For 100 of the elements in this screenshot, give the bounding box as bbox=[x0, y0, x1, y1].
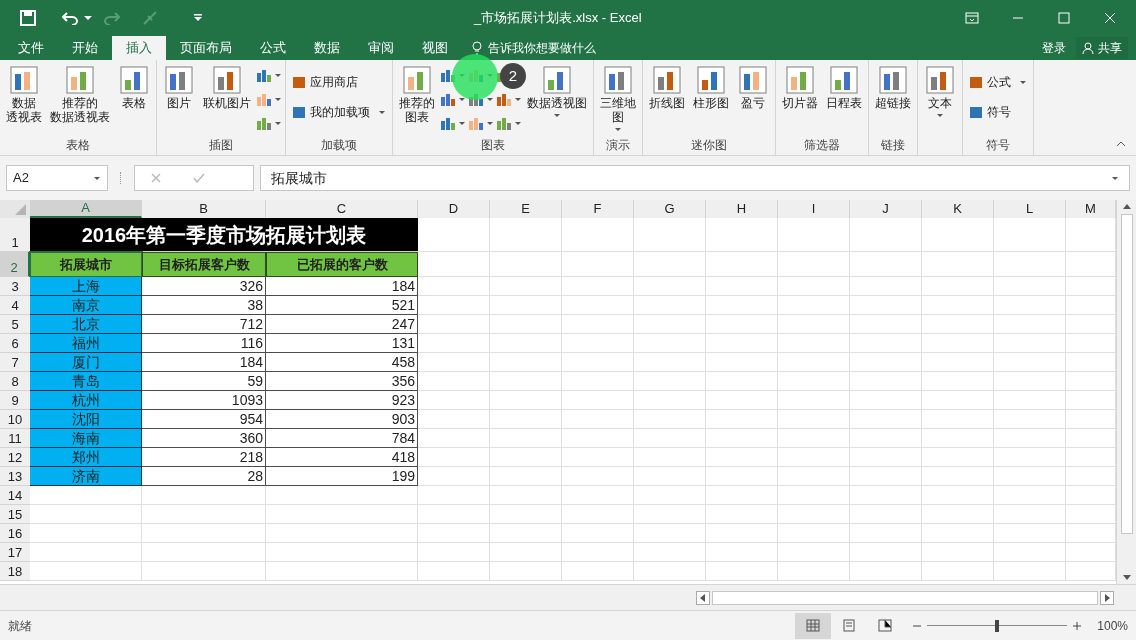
table-cell[interactable] bbox=[30, 543, 142, 562]
table-cell[interactable] bbox=[994, 315, 1066, 334]
row-header[interactable]: 15 bbox=[0, 505, 30, 524]
table-cell[interactable]: 福州 bbox=[30, 334, 142, 353]
scroll-left-icon[interactable] bbox=[696, 590, 710, 605]
table-cell[interactable] bbox=[634, 372, 706, 391]
table-cell[interactable] bbox=[490, 429, 562, 448]
chart-type-icon[interactable] bbox=[256, 91, 272, 107]
table-cell[interactable] bbox=[418, 218, 490, 252]
table-cell[interactable]: 海南 bbox=[30, 429, 142, 448]
row-header[interactable]: 2 bbox=[0, 252, 30, 277]
table-cell[interactable] bbox=[850, 252, 922, 277]
table-cell[interactable] bbox=[418, 252, 490, 277]
row-header[interactable]: 7 bbox=[0, 353, 30, 372]
lightbulb-icon[interactable] bbox=[472, 41, 482, 55]
column-header[interactable]: I bbox=[778, 200, 850, 218]
table-cell[interactable] bbox=[634, 315, 706, 334]
table-cell[interactable] bbox=[850, 372, 922, 391]
row-header[interactable]: 6 bbox=[0, 334, 30, 353]
formula-field[interactable]: 拓展城市 bbox=[260, 165, 1130, 191]
table-cell[interactable] bbox=[994, 218, 1066, 252]
ribbon-button[interactable]: 超链接 bbox=[872, 64, 914, 110]
table-cell[interactable] bbox=[634, 252, 706, 277]
table-cell[interactable] bbox=[490, 486, 562, 505]
table-cell[interactable] bbox=[922, 353, 994, 372]
column-heading-cell[interactable]: 拓展城市 bbox=[30, 252, 142, 277]
table-cell[interactable] bbox=[142, 524, 266, 543]
table-cell[interactable] bbox=[778, 315, 850, 334]
table-cell[interactable] bbox=[778, 505, 850, 524]
table-cell[interactable] bbox=[706, 448, 778, 467]
table-cell[interactable] bbox=[30, 562, 142, 581]
table-cell[interactable] bbox=[994, 252, 1066, 277]
ribbon-button[interactable]: 折线图 bbox=[646, 64, 688, 110]
table-cell[interactable]: 南京 bbox=[30, 296, 142, 315]
table-cell[interactable] bbox=[994, 277, 1066, 296]
scroll-down-icon[interactable] bbox=[1121, 574, 1132, 582]
table-cell[interactable] bbox=[562, 334, 634, 353]
row-header[interactable]: 17 bbox=[0, 543, 30, 562]
table-cell[interactable] bbox=[778, 429, 850, 448]
row-header[interactable]: 5 bbox=[0, 315, 30, 334]
row-header[interactable]: 4 bbox=[0, 296, 30, 315]
row-header[interactable]: 16 bbox=[0, 524, 30, 543]
table-cell[interactable] bbox=[562, 353, 634, 372]
chart-type-icon[interactable] bbox=[256, 67, 272, 83]
table-cell[interactable] bbox=[922, 277, 994, 296]
scroll-thumb[interactable] bbox=[1120, 214, 1133, 534]
scroll-thumb[interactable] bbox=[712, 590, 1098, 605]
table-cell[interactable] bbox=[490, 410, 562, 429]
table-cell[interactable] bbox=[994, 410, 1066, 429]
table-cell[interactable] bbox=[30, 524, 142, 543]
ribbon-tab[interactable]: 审阅 bbox=[354, 36, 408, 60]
ribbon-button[interactable]: 盈亏 bbox=[734, 64, 772, 110]
table-cell[interactable] bbox=[850, 353, 922, 372]
ribbon-button[interactable]: 推荐的 数据透视表 bbox=[47, 64, 113, 124]
column-header[interactable]: F bbox=[562, 200, 634, 218]
table-cell[interactable] bbox=[142, 505, 266, 524]
table-cell[interactable] bbox=[490, 353, 562, 372]
table-cell[interactable] bbox=[922, 372, 994, 391]
table-cell[interactable] bbox=[562, 296, 634, 315]
table-cell[interactable] bbox=[634, 296, 706, 315]
table-cell[interactable] bbox=[418, 543, 490, 562]
table-cell[interactable] bbox=[778, 252, 850, 277]
tell-me-field[interactable]: 告诉我你想要做什么 bbox=[488, 39, 596, 57]
table-cell[interactable] bbox=[994, 391, 1066, 410]
enter-icon[interactable] bbox=[193, 173, 205, 183]
chart-type-icon[interactable] bbox=[440, 91, 456, 107]
ribbon-button[interactable]: 推荐的 图表 bbox=[396, 64, 438, 124]
table-cell[interactable]: 济南 bbox=[30, 467, 142, 486]
caret-icon[interactable] bbox=[84, 15, 92, 21]
table-cell[interactable]: 北京 bbox=[30, 315, 142, 334]
table-cell[interactable] bbox=[142, 486, 266, 505]
table-cell[interactable] bbox=[562, 505, 634, 524]
ribbon-button[interactable]: 图片 bbox=[160, 64, 198, 110]
table-cell[interactable] bbox=[994, 448, 1066, 467]
table-cell[interactable] bbox=[706, 505, 778, 524]
table-cell[interactable] bbox=[142, 562, 266, 581]
table-cell[interactable] bbox=[922, 505, 994, 524]
expand-icon[interactable] bbox=[1111, 175, 1119, 181]
row-header[interactable]: 12 bbox=[0, 448, 30, 467]
table-cell[interactable] bbox=[922, 252, 994, 277]
table-cell[interactable] bbox=[634, 543, 706, 562]
table-cell[interactable] bbox=[850, 467, 922, 486]
row-header[interactable]: 3 bbox=[0, 277, 30, 296]
scroll-right-icon[interactable] bbox=[1100, 590, 1114, 605]
row-header[interactable]: 11 bbox=[0, 429, 30, 448]
table-cell[interactable] bbox=[922, 467, 994, 486]
table-cell[interactable] bbox=[418, 315, 490, 334]
ribbon-button[interactable]: 三维地 图 bbox=[597, 64, 639, 132]
table-cell[interactable] bbox=[706, 410, 778, 429]
redo-icon[interactable] bbox=[104, 11, 120, 25]
table-cell[interactable] bbox=[634, 353, 706, 372]
table-cell[interactable] bbox=[706, 543, 778, 562]
table-cell[interactable] bbox=[922, 562, 994, 581]
ribbon-tab[interactable]: 插入 bbox=[112, 36, 166, 60]
table-cell[interactable] bbox=[994, 353, 1066, 372]
table-cell[interactable] bbox=[778, 353, 850, 372]
name-box[interactable]: A2 bbox=[6, 165, 108, 191]
ribbon-button[interactable]: 文本 bbox=[921, 64, 959, 118]
sign-in-link[interactable]: 登录 bbox=[1042, 39, 1066, 57]
table-cell[interactable] bbox=[850, 334, 922, 353]
